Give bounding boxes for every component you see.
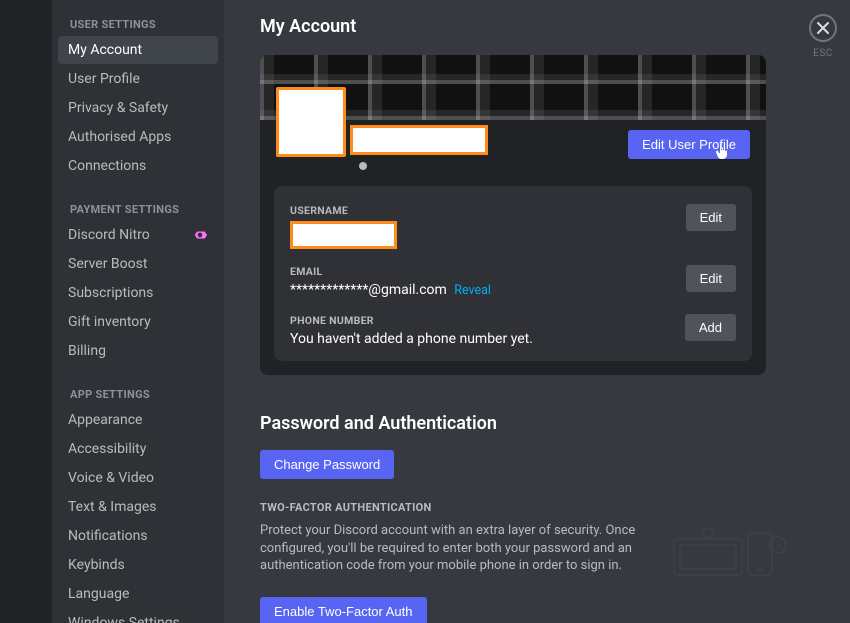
- section-header-app: APP SETTINGS: [58, 384, 218, 405]
- account-info-card: USERNAME Edit EMAIL *************@gmail.…: [274, 186, 752, 361]
- sidebar-item-accessibility[interactable]: Accessibility: [58, 435, 218, 463]
- sidebar-item-text-images[interactable]: Text & Images: [58, 493, 218, 521]
- sidebar-item-billing[interactable]: Billing: [58, 337, 218, 365]
- sidebar-item-label: Server Boost: [68, 256, 147, 272]
- sidebar-item-label: Subscriptions: [68, 285, 153, 301]
- sidebar-item-label: Accessibility: [68, 441, 146, 457]
- sidebar-item-notifications[interactable]: Notifications: [58, 522, 218, 550]
- sidebar-item-windows-settings[interactable]: Windows Settings: [58, 609, 218, 623]
- email-masked: *************@gmail.com: [290, 282, 447, 298]
- close-esc-label: ESC: [813, 48, 833, 59]
- info-row-username: USERNAME Edit: [290, 200, 736, 261]
- sidebar-item-label: My Account: [68, 42, 142, 58]
- sidebar-item-authorised-apps[interactable]: Authorised Apps: [58, 123, 218, 151]
- sidebar-item-label: Keybinds: [68, 557, 125, 573]
- sidebar-item-label: Billing: [68, 343, 106, 359]
- window-left-pad: [0, 0, 52, 623]
- sidebar-item-user-profile[interactable]: User Profile: [58, 65, 218, 93]
- main-content: My Account Edit User Profile USERNAME Ed…: [224, 0, 796, 623]
- sidebar-item-label: Connections: [68, 158, 146, 174]
- sidebar-item-privacy-safety[interactable]: Privacy & Safety: [58, 94, 218, 122]
- settings-sidebar: USER SETTINGS My Account User Profile Pr…: [52, 0, 224, 623]
- sidebar-item-appearance[interactable]: Appearance: [58, 406, 218, 434]
- tfa-illustration: [670, 525, 790, 585]
- email-value: *************@gmail.com Reveal: [290, 282, 686, 298]
- close-column: ESC: [796, 0, 850, 623]
- reveal-email-link[interactable]: Reveal: [454, 283, 491, 298]
- status-dot-icon: [357, 160, 369, 172]
- profile-card: Edit User Profile USERNAME Edit EMAIL **…: [260, 55, 766, 375]
- phone-value: You haven't added a phone number yet.: [290, 331, 685, 347]
- sidebar-item-label: Text & Images: [68, 499, 157, 515]
- sidebar-item-subscriptions[interactable]: Subscriptions: [58, 279, 218, 307]
- sidebar-item-label: Language: [68, 586, 129, 602]
- sidebar-item-label: Appearance: [68, 412, 142, 428]
- info-row-email: EMAIL *************@gmail.com Reveal Edi…: [290, 261, 736, 310]
- profile-row: Edit User Profile: [260, 120, 766, 180]
- username-label: USERNAME: [290, 204, 686, 217]
- tfa-label: TWO-FACTOR AUTHENTICATION: [260, 501, 766, 514]
- sidebar-item-label: Notifications: [68, 528, 148, 544]
- sidebar-item-label: Gift inventory: [68, 314, 151, 330]
- info-row-phone: PHONE NUMBER You haven't added a phone n…: [290, 310, 736, 347]
- close-icon: [816, 21, 830, 35]
- section-header-payment: PAYMENT SETTINGS: [58, 199, 218, 220]
- edit-username-button[interactable]: Edit: [686, 204, 736, 231]
- change-password-button[interactable]: Change Password: [260, 450, 394, 479]
- sidebar-item-label: Voice & Video: [68, 470, 154, 486]
- sidebar-item-my-account[interactable]: My Account: [58, 36, 218, 64]
- username-value: [290, 221, 397, 249]
- sidebar-item-voice-video[interactable]: Voice & Video: [58, 464, 218, 492]
- sidebar-item-language[interactable]: Language: [58, 580, 218, 608]
- sidebar-item-label: Discord Nitro: [68, 227, 150, 243]
- sidebar-item-server-boost[interactable]: Server Boost: [58, 250, 218, 278]
- nitro-icon: [192, 229, 208, 241]
- enable-tfa-button[interactable]: Enable Two-Factor Auth: [260, 597, 427, 623]
- close-button[interactable]: [809, 14, 837, 42]
- avatar[interactable]: [276, 87, 346, 157]
- sidebar-item-discord-nitro[interactable]: Discord Nitro: [58, 221, 218, 249]
- sidebar-item-keybinds[interactable]: Keybinds: [58, 551, 218, 579]
- sidebar-item-connections[interactable]: Connections: [58, 152, 218, 180]
- page-title: My Account: [260, 16, 766, 37]
- tfa-description: Protect your Discord account with an ext…: [260, 522, 700, 575]
- section-header-user: USER SETTINGS: [58, 14, 218, 35]
- edit-user-profile-button[interactable]: Edit User Profile: [628, 130, 750, 159]
- sidebar-item-gift-inventory[interactable]: Gift inventory: [58, 308, 218, 336]
- add-phone-button[interactable]: Add: [685, 314, 736, 341]
- sidebar-item-label: User Profile: [68, 71, 140, 87]
- auth-heading: Password and Authentication: [260, 413, 766, 434]
- sidebar-item-label: Windows Settings: [68, 615, 180, 623]
- edit-email-button[interactable]: Edit: [686, 265, 736, 292]
- phone-label: PHONE NUMBER: [290, 314, 685, 327]
- sidebar-item-label: Privacy & Safety: [68, 100, 168, 116]
- sidebar-item-label: Authorised Apps: [68, 129, 171, 145]
- email-label: EMAIL: [290, 265, 686, 278]
- username-display: [350, 125, 488, 155]
